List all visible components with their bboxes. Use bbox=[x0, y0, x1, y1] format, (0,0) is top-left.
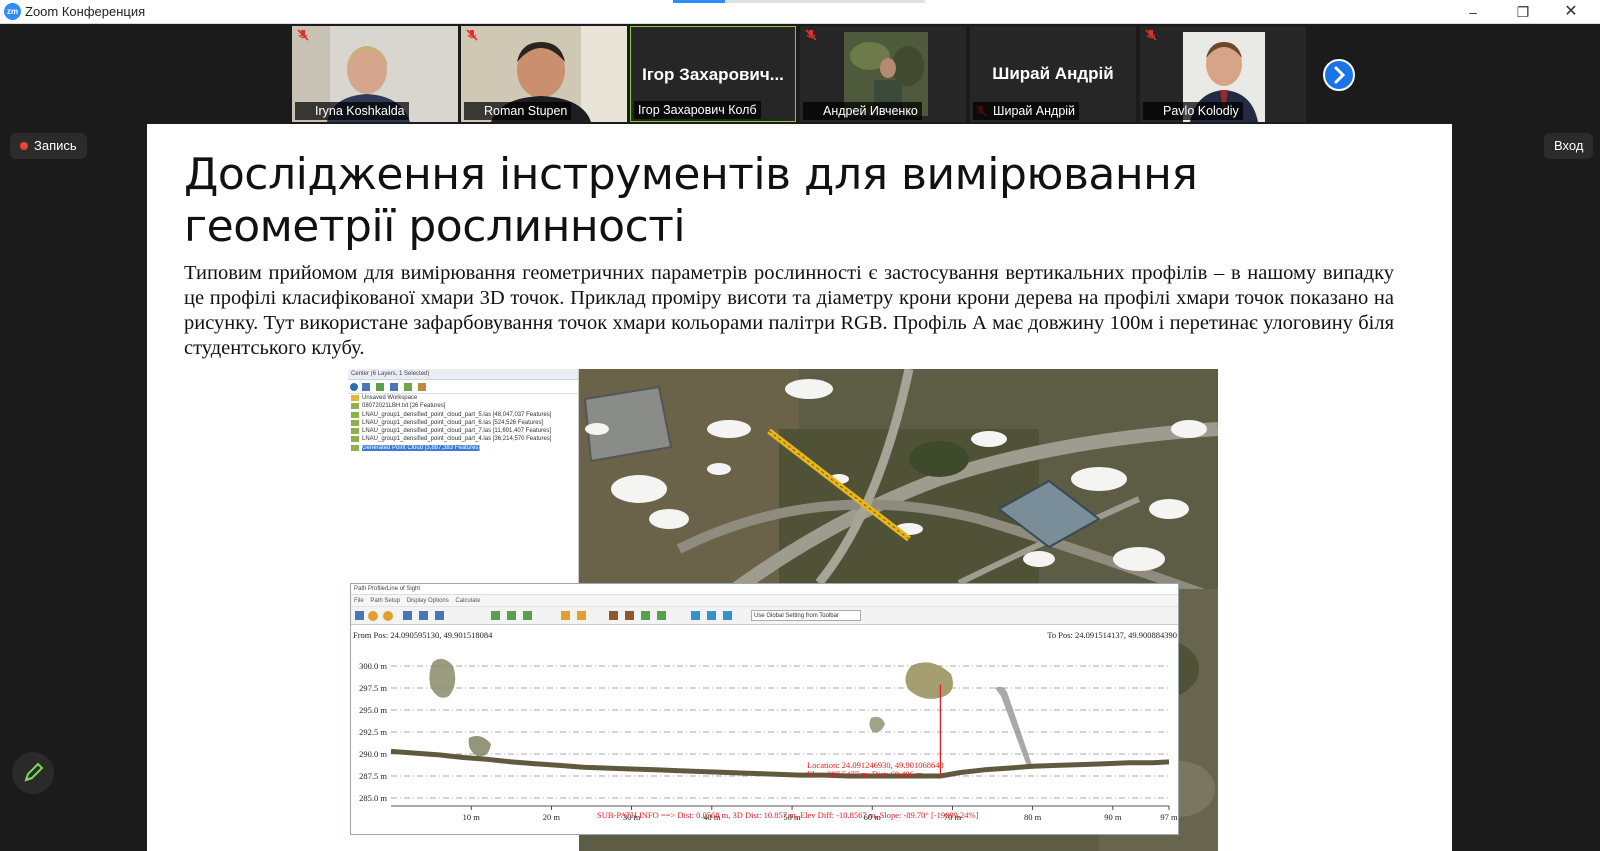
path-profile-chart: From Pos: 24.090595130, 49.901518084 To … bbox=[353, 630, 1178, 822]
layers-toolbar bbox=[348, 380, 578, 394]
y-tick-label: 285.0 m bbox=[359, 793, 387, 803]
layer-item[interactable]: LNAU_group1_densified_point_cloud_part_6… bbox=[348, 419, 578, 427]
participant-name: Roman Stupen bbox=[464, 102, 572, 120]
y-tick-label: 297.5 m bbox=[359, 683, 387, 693]
participant-name: Pavlo Kolodiy bbox=[1143, 102, 1243, 120]
layers-panel: Center (6 Layers, 1 Selected) Unsaved Wo… bbox=[348, 369, 579, 583]
participant-name: Iryna Koshkalda bbox=[295, 102, 409, 120]
layers-panel-title: Center (6 Layers, 1 Selected) bbox=[348, 369, 578, 380]
x-tick-label: 80 m bbox=[1024, 812, 1042, 822]
close-button[interactable]: ✕ bbox=[1548, 0, 1594, 24]
terrain-profile-line bbox=[390, 748, 1170, 779]
x-tick-label: 90 m bbox=[1104, 812, 1122, 822]
embedded-screenshot: Center (6 Layers, 1 Selected) Unsaved Wo… bbox=[348, 369, 1218, 851]
window-title-bar: zm Zoom Конференция – ❐ ✕ bbox=[0, 0, 1600, 24]
chart-grid bbox=[391, 665, 1169, 799]
recording-indicator[interactable]: Запись bbox=[10, 133, 87, 159]
y-axis-ticks: 300.0 m 297.5 m 295.0 m 292.5 m 290.0 m 287.5… bbox=[359, 661, 387, 803]
signin-button[interactable]: Вход bbox=[1544, 133, 1594, 159]
menu-path-setup[interactable]: Path Setup bbox=[370, 598, 400, 604]
muted-mic-icon bbox=[466, 29, 478, 41]
participant-display-name: Ігор Захарович... bbox=[642, 65, 784, 84]
shared-slide: Дослідження інструментів для вимірювання… bbox=[147, 124, 1452, 851]
layer-item[interactable]: Unsaved Workspace bbox=[348, 394, 578, 402]
layer-item[interactable]: 08072021LBH.txt [26 Features] bbox=[348, 402, 578, 410]
participant-tile[interactable]: Iryna Koshkalda bbox=[292, 26, 458, 122]
vegetation-point-clouds bbox=[429, 658, 1032, 767]
next-page-button[interactable] bbox=[1323, 59, 1355, 91]
muted-mic-icon bbox=[297, 29, 309, 41]
path-profile-menu: File Path Setup Display Options Calculat… bbox=[351, 595, 1178, 607]
pencil-icon bbox=[24, 762, 44, 782]
record-dot-icon bbox=[20, 142, 28, 150]
to-pos-label: To Pos: 24.091514137, 49.900884390 bbox=[1047, 630, 1177, 640]
participant-tile[interactable]: Ширай Андрій Ширай Андрій bbox=[970, 26, 1136, 122]
muted-mic-icon bbox=[805, 29, 817, 41]
slide-title: Дослідження інструментів для вимірювання… bbox=[184, 149, 1198, 252]
layer-item[interactable]: LNAU_group1_densified_point_cloud_part_7… bbox=[348, 427, 578, 435]
subpath-info-label: SUB-PATH INFO ==> Dist: 0.0568 m, 3D Dis… bbox=[597, 810, 979, 820]
menu-file[interactable]: File bbox=[354, 598, 364, 604]
chevron-right-icon bbox=[1334, 66, 1346, 84]
x-tick-label: 20 m bbox=[543, 812, 561, 822]
minimize-button[interactable]: – bbox=[1450, 0, 1496, 24]
y-tick-label: 300.0 m bbox=[359, 661, 387, 671]
global-setting-select[interactable]: Use Global Setting from Toolbar bbox=[751, 610, 861, 621]
menu-calculate[interactable]: Calculate bbox=[455, 598, 480, 604]
participant-tile-active-speaker[interactable]: Ігор Захарович... Ігор Захарович Колб bbox=[630, 26, 796, 122]
from-pos-label: From Pos: 24.090595130, 49.901518084 bbox=[353, 630, 493, 640]
y-tick-label: 292.5 m bbox=[359, 727, 387, 737]
elevation-label: Elev: 287.5477 m, Dist: 68.496 m bbox=[807, 769, 923, 779]
share-drag-handle[interactable] bbox=[673, 0, 925, 3]
annotate-button[interactable] bbox=[12, 752, 54, 794]
menu-display-options[interactable]: Display Options bbox=[407, 598, 449, 604]
layer-item[interactable]: LNAU_group1_densified_point_cloud_part_4… bbox=[348, 435, 578, 443]
path-profile-toolbar: Use Global Setting from Toolbar bbox=[351, 607, 1178, 625]
participant-tile[interactable]: Roman Stupen bbox=[461, 26, 627, 122]
x-tick-label: 10 m bbox=[463, 812, 481, 822]
layers-toolbar-icons bbox=[350, 383, 426, 391]
restore-button[interactable]: ❐ bbox=[1500, 0, 1546, 24]
signin-label: Вход bbox=[1554, 138, 1584, 153]
path-profile-window: Path Profile/Line of Sight File Path Set… bbox=[350, 583, 1179, 835]
y-tick-label: 287.5 m bbox=[359, 771, 387, 781]
zoom-logo-icon: zm bbox=[4, 3, 21, 20]
participant-name: Ширай Андрій bbox=[973, 102, 1080, 120]
participant-display-name: Ширай Андрій bbox=[992, 64, 1114, 83]
profile-toolbar-icons bbox=[355, 611, 732, 621]
y-tick-label: 295.0 m bbox=[359, 705, 387, 715]
participant-tile[interactable]: Pavlo Kolodiy bbox=[1140, 26, 1306, 122]
participant-name: Андрей Ивченко bbox=[803, 102, 922, 120]
muted-mic-icon bbox=[1145, 29, 1157, 41]
layer-item[interactable]: LNAU_group1_densified_point_cloud_part_5… bbox=[348, 411, 578, 419]
layer-item-selected[interactable]: Generated Point Cloud [3,887,383 Feature… bbox=[348, 444, 578, 452]
slide-paragraph: Типовим прийомом для вимірювання геометр… bbox=[184, 262, 1394, 359]
path-profile-title: Path Profile/Line of Sight bbox=[351, 584, 1178, 595]
participant-name: Ігор Захарович Колб bbox=[634, 101, 761, 119]
window-title: Zoom Конференция bbox=[25, 4, 146, 19]
participant-tile[interactable]: Андрей Ивченко bbox=[800, 26, 966, 122]
x-tick-label: 97 m bbox=[1160, 812, 1178, 822]
recording-label: Запись bbox=[34, 138, 77, 153]
y-tick-label: 290.0 m bbox=[359, 749, 387, 759]
